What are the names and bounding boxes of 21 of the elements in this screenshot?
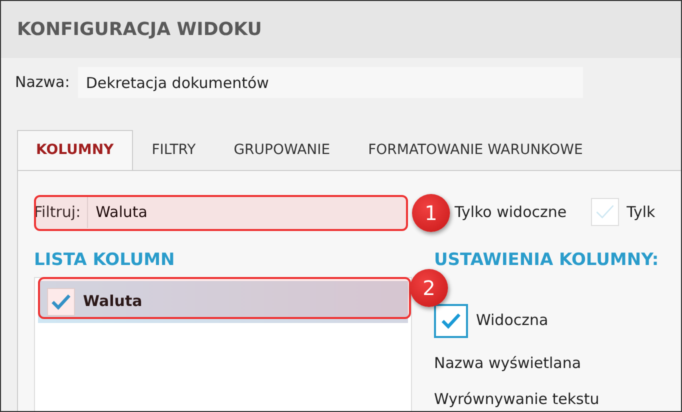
field-label: Nazwa wyświetlana (434, 352, 582, 374)
tab[interactable]: GRUPOWANIE (214, 130, 350, 170)
name-field[interactable]: Dekretacja dokumentów (78, 67, 583, 98)
filter-label: Filtruj: (34, 202, 81, 223)
tab[interactable]: FILTRY (132, 130, 215, 170)
tab[interactable]: FORMATOWANIE WARUNKOWE (349, 130, 602, 170)
filter-field[interactable]: Waluta (86, 196, 399, 228)
name-label: Nazwa: (15, 72, 70, 94)
checkbox[interactable] (47, 288, 75, 316)
visible-checkbox[interactable] (434, 304, 468, 338)
checkbox-label: Tylk (626, 202, 656, 223)
section-title: LISTA KOLUMN (34, 249, 176, 272)
window-title: KONFIGURACJA WIDOKU (17, 18, 262, 42)
checkbox-label: Tylko widoczne (454, 202, 567, 223)
list-item[interactable]: Waluta (38, 280, 408, 322)
tab[interactable]: KOLUMNY (17, 130, 133, 170)
section-title: USTAWIENIA KOLUMNY: (434, 249, 659, 272)
column-name: Waluta (83, 291, 142, 312)
checkbox-label: Widoczna (476, 310, 548, 332)
field-label: Wyrównywanie tekstu (434, 389, 600, 410)
checkbox[interactable] (590, 198, 619, 226)
